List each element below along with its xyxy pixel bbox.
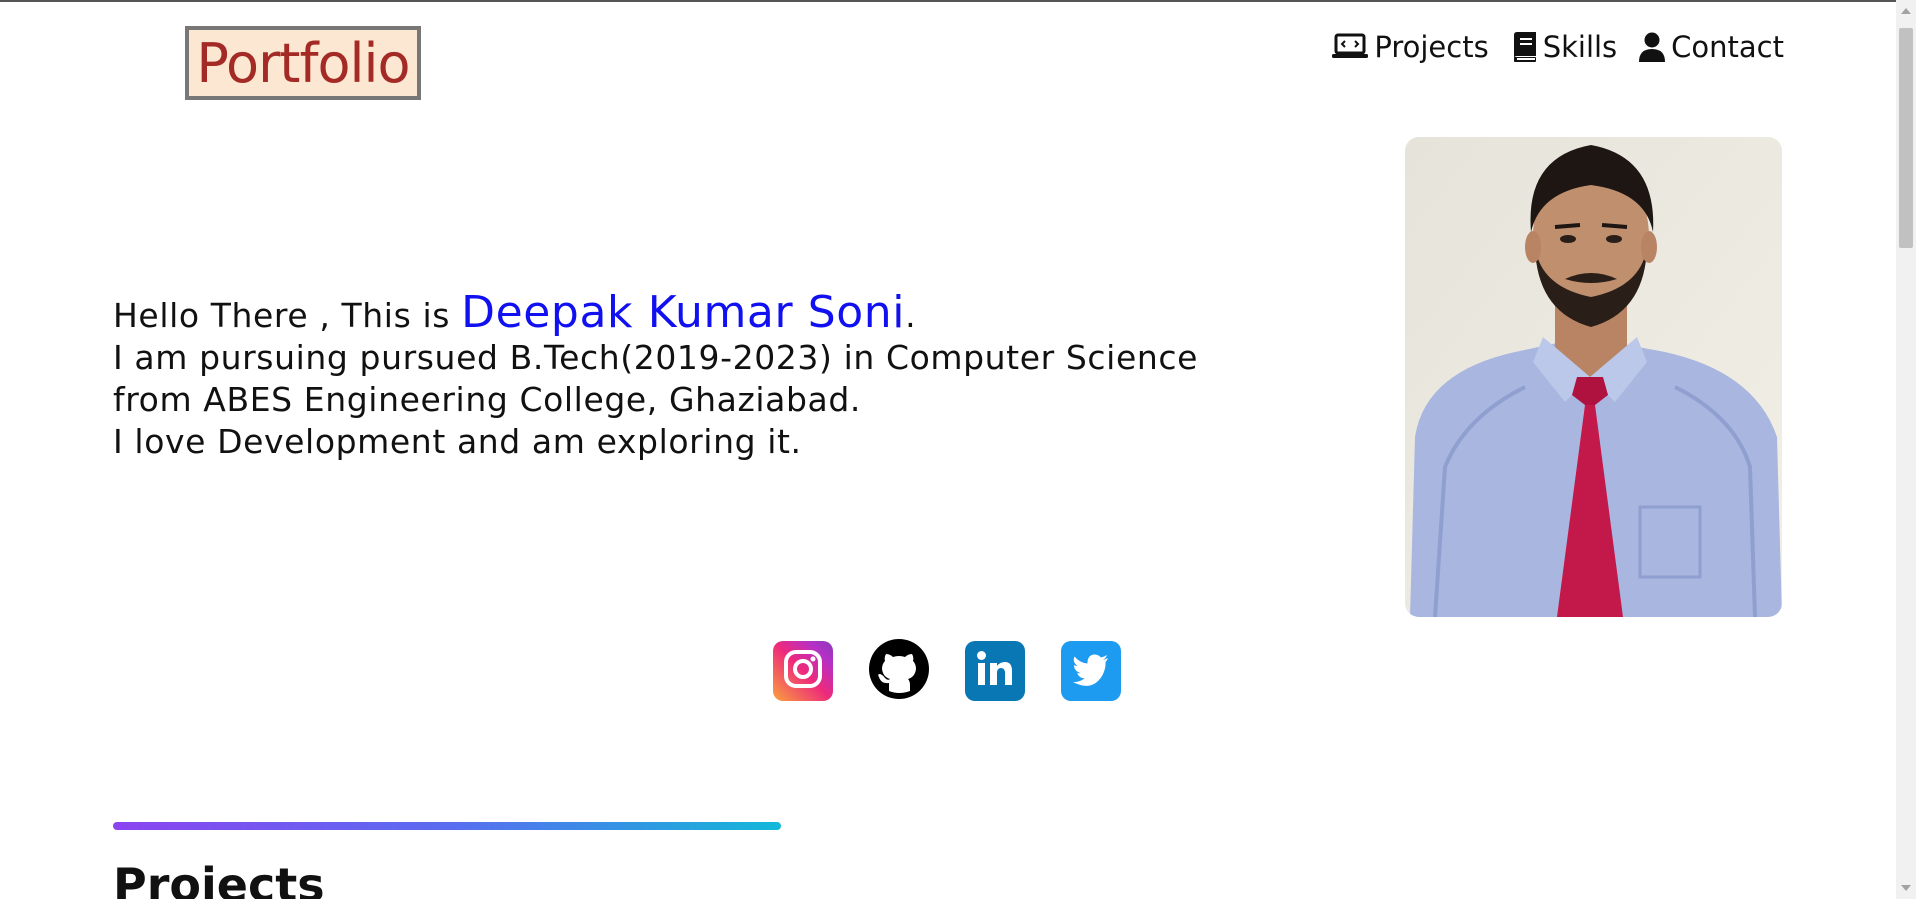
logo[interactable]: Portfolio [185,26,421,100]
scroll-down-icon[interactable] [1901,885,1911,891]
interest-line: I love Development and am exploring it. [113,422,802,461]
twitter-link[interactable] [1061,641,1121,701]
nav-item-label: Skills [1542,30,1618,64]
profile-photo [1405,137,1782,617]
github-link[interactable] [869,639,929,703]
scroll-thumb[interactable] [1899,28,1913,248]
page-scrollbar[interactable] [1896,0,1916,899]
github-icon [869,639,929,703]
intro-greeting-line: Hello There , This is Deepak Kumar Soni. [113,291,1263,337]
owner-name: Deepak Kumar Soni [461,287,906,338]
user-icon [1639,32,1666,62]
instagram-icon [783,649,823,693]
linkedin-link[interactable] [965,641,1025,701]
nav-item-contact[interactable]: Contact [1639,30,1784,64]
college-line: from ABES Engineering College, Ghaziabad… [113,380,862,419]
greeting: Hello There , This is [113,296,462,335]
book-icon [1511,32,1537,62]
laptop-code-icon [1332,33,1369,61]
section-divider [113,822,781,830]
social-links [773,639,1121,703]
intro-text: Hello There , This is Deepak Kumar Soni.… [113,291,1263,463]
top-nav: Projects Skills Contact [1332,30,1784,64]
education-line: I am pursuing pursued B.Tech(2019-2023) … [113,338,1199,377]
instagram-link[interactable] [773,641,833,701]
name-suffix: . [905,296,917,335]
scroll-up-icon[interactable] [1901,8,1911,14]
section-title-projects: Projects [113,858,325,899]
window-top-border [0,0,1916,2]
nav-item-label: Projects [1374,30,1489,64]
nav-item-label: Contact [1671,30,1784,64]
nav-item-projects[interactable]: Projects [1332,30,1489,64]
linkedin-icon [975,649,1015,693]
twitter-icon [1071,649,1111,693]
nav-item-skills[interactable]: Skills [1511,30,1617,64]
